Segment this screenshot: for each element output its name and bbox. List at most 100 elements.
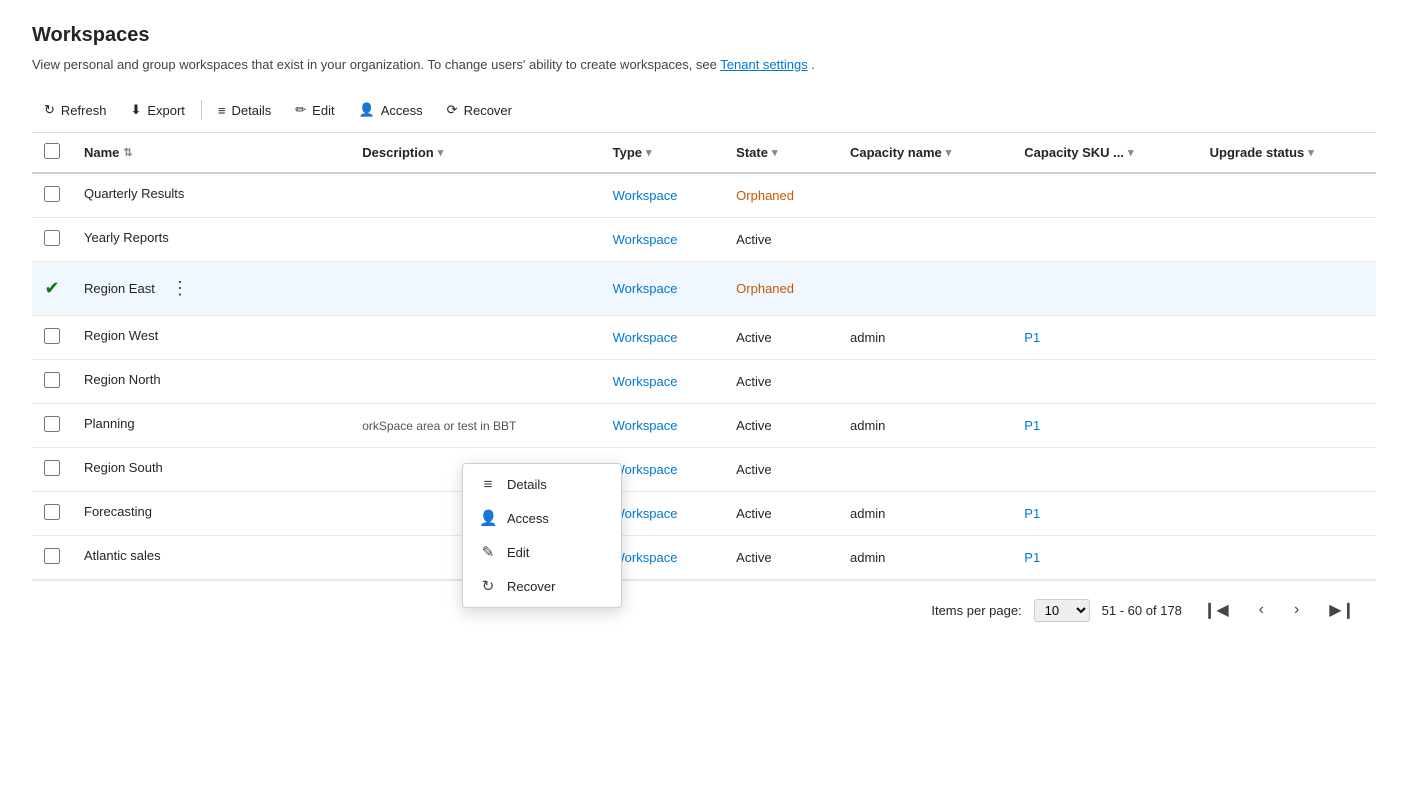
row-check-col: [32, 360, 72, 404]
row-capacity-name: [838, 262, 1012, 316]
details-button[interactable]: ≡ Details: [206, 97, 283, 124]
col-upgrade-status[interactable]: Upgrade status ▾: [1198, 133, 1376, 173]
row-capacity-sku: P1: [1012, 404, 1197, 448]
row-name: Atlantic sales: [72, 536, 350, 575]
context-menu-details[interactable]: ≡ Details: [463, 468, 621, 501]
row-check-col: [32, 173, 72, 218]
table-row: Quarterly Results Workspace Orphaned: [32, 173, 1376, 218]
row-type: Workspace: [601, 218, 725, 262]
row-check-col: [32, 492, 72, 536]
row-description: [350, 218, 600, 262]
refresh-button[interactable]: ↻ Refresh: [32, 96, 118, 124]
row-capacity-name: [838, 448, 1012, 492]
row-checkbox[interactable]: [44, 230, 60, 246]
row-checkbox[interactable]: [44, 548, 60, 564]
row-capacity-name: admin: [838, 536, 1012, 580]
select-all-col: [32, 133, 72, 173]
row-type: Workspace: [601, 360, 725, 404]
row-description: [350, 173, 600, 218]
capacity-name-sort-icon: ▾: [946, 146, 952, 159]
selected-checkmark-icon: ✔: [44, 278, 59, 298]
row-description: orkSpace area or test in BBT: [350, 404, 600, 448]
access-button[interactable]: 👤 Access: [347, 96, 435, 124]
row-upgrade-status: [1198, 218, 1376, 262]
row-check-col: ✔: [32, 262, 72, 316]
first-page-button[interactable]: ❙◀: [1194, 595, 1238, 625]
col-state[interactable]: State ▾: [724, 133, 838, 173]
row-upgrade-status: [1198, 262, 1376, 316]
col-name[interactable]: Name ⇅: [72, 133, 350, 173]
next-page-button[interactable]: ›: [1285, 596, 1308, 624]
table-row: Forecasting Workspace Active admin P1: [32, 492, 1376, 536]
row-capacity-name: admin: [838, 316, 1012, 360]
context-menu-access[interactable]: 👤 Access: [463, 501, 621, 535]
row-check-col: [32, 404, 72, 448]
export-icon: ⬇: [130, 102, 141, 118]
table-container: Name ⇅ Description ▾ Typ: [32, 133, 1376, 580]
name-sort-icon: ⇅: [123, 146, 132, 159]
col-capacity-sku[interactable]: Capacity SKU ... ▾: [1012, 133, 1197, 173]
row-capacity-sku: P1: [1012, 536, 1197, 580]
col-type[interactable]: Type ▾: [601, 133, 725, 173]
row-capacity-name: [838, 360, 1012, 404]
last-page-button[interactable]: ▶❙: [1320, 595, 1364, 625]
refresh-icon: ↻: [44, 102, 55, 118]
context-menu-edit[interactable]: ✎ Edit: [463, 535, 621, 569]
row-checkbox[interactable]: [44, 416, 60, 432]
row-state: Active: [724, 404, 838, 448]
edit-button[interactable]: ✏ Edit: [283, 96, 346, 124]
row-state: Active: [724, 448, 838, 492]
row-name: Yearly Reports: [72, 218, 350, 257]
edit-icon: ✏: [295, 102, 306, 118]
items-per-page-select[interactable]: 102050100: [1034, 599, 1090, 622]
row-description: [350, 316, 600, 360]
row-state: Active: [724, 536, 838, 580]
table-body: Quarterly Results Workspace Orphaned Yea…: [32, 173, 1376, 580]
row-state: Active: [724, 360, 838, 404]
context-recover-icon: ↻: [479, 577, 497, 595]
prev-page-button[interactable]: ‹: [1250, 596, 1273, 624]
access-icon: 👤: [359, 102, 375, 118]
row-checkbox[interactable]: [44, 504, 60, 520]
context-menu-recover[interactable]: ↻ Recover: [463, 569, 621, 603]
row-checkbox[interactable]: [44, 186, 60, 202]
row-capacity-name: admin: [838, 404, 1012, 448]
context-access-icon: 👤: [479, 509, 497, 527]
row-upgrade-status: [1198, 316, 1376, 360]
col-description[interactable]: Description ▾: [350, 133, 600, 173]
workspaces-table: Name ⇅ Description ▾ Typ: [32, 133, 1376, 580]
row-name: Forecasting: [72, 492, 350, 531]
table-header-row: Name ⇅ Description ▾ Typ: [32, 133, 1376, 173]
row-capacity-sku: [1012, 218, 1197, 262]
row-capacity-name: [838, 218, 1012, 262]
row-upgrade-status: [1198, 536, 1376, 580]
row-name: Region South: [72, 448, 350, 487]
row-check-col: [32, 448, 72, 492]
page-title: Workspaces: [32, 24, 1376, 47]
col-capacity-name[interactable]: Capacity name ▾: [838, 133, 1012, 173]
row-checkbox[interactable]: [44, 328, 60, 344]
row-capacity-name: [838, 173, 1012, 218]
row-state: Orphaned: [724, 262, 838, 316]
capacity-sku-sort-icon: ▾: [1128, 146, 1134, 159]
table-row: ✔ Region East ⋮ Workspace Orphaned: [32, 262, 1376, 316]
tenant-settings-link[interactable]: Tenant settings: [720, 57, 807, 72]
row-capacity-sku: P1: [1012, 492, 1197, 536]
table-wrapper: Name ⇅ Description ▾ Typ: [32, 133, 1376, 639]
toolbar: ↻ Refresh ⬇ Export ≡ Details ✏ Edit 👤 Ac…: [32, 96, 1376, 133]
row-name: Planning: [72, 404, 350, 443]
export-button[interactable]: ⬇ Export: [118, 96, 196, 124]
row-name: Quarterly Results: [72, 174, 350, 213]
row-type: Workspace: [601, 173, 725, 218]
pagination-bar: Items per page: 102050100 51 - 60 of 178…: [32, 580, 1376, 639]
recover-button[interactable]: ⟳ Recover: [435, 96, 524, 124]
row-more-button[interactable]: ⋮: [163, 274, 197, 303]
row-state: Orphaned: [724, 173, 838, 218]
select-all-checkbox[interactable]: [44, 143, 60, 159]
recover-icon: ⟳: [447, 102, 458, 118]
row-checkbox[interactable]: [44, 460, 60, 476]
row-checkbox[interactable]: [44, 372, 60, 388]
details-icon: ≡: [218, 103, 226, 118]
pagination-range: 51 - 60 of 178: [1102, 603, 1182, 618]
table-row: Yearly Reports Workspace Active: [32, 218, 1376, 262]
